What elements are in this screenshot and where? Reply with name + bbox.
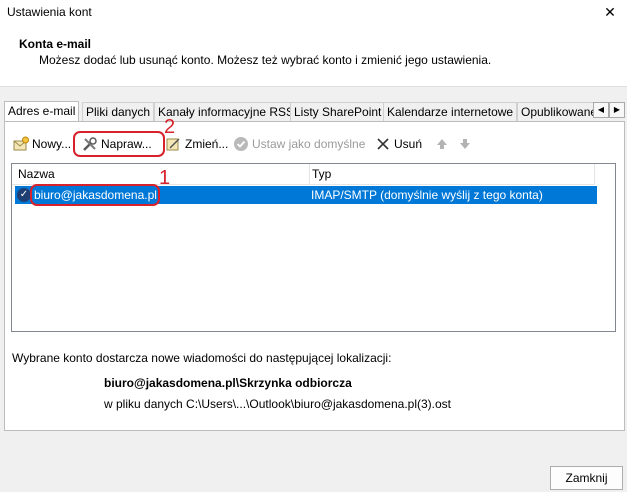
close-dialog-button[interactable]: Zamknij xyxy=(550,466,623,490)
remove-x-icon xyxy=(375,136,391,152)
default-account-check-icon: ✓ xyxy=(17,188,31,202)
new-account-label: Nowy... xyxy=(32,137,72,151)
dialog-header: Konta e-mail Możesz dodać lub usunąć kon… xyxy=(0,26,627,87)
delivery-location: biuro@jakasdomena.pl\Skrzynka odbiorcza xyxy=(104,376,352,390)
remove-button[interactable]: Usuń xyxy=(375,133,422,155)
title-bar: Ustawienia kont ✕ xyxy=(0,0,627,26)
delivery-description: Wybrane konto dostarcza nowe wiadomości … xyxy=(12,351,392,365)
remove-label: Usuń xyxy=(394,137,423,151)
tab-rss-feeds[interactable]: Kanały informacyjne RSS xyxy=(154,102,299,121)
new-account-button[interactable]: Nowy... xyxy=(13,133,71,155)
tab-strip: Adres e-mail Pliki danych Kanały informa… xyxy=(4,101,596,121)
account-highlight xyxy=(30,184,160,206)
new-account-icon xyxy=(13,136,29,152)
data-file-path: w pliku danych C:\Users\...\Outlook\biur… xyxy=(104,397,451,411)
move-down-button[interactable] xyxy=(457,133,476,155)
tab-published-calendars[interactable]: Opublikowane kalendarze xyxy=(517,102,596,121)
window-title: Ustawienia kont xyxy=(7,5,92,19)
tab-scroll-right-icon[interactable]: ▶ xyxy=(609,102,625,118)
arrow-up-icon xyxy=(434,136,450,152)
close-icon[interactable]: ✕ xyxy=(599,2,621,22)
change-button[interactable]: Zmień... xyxy=(166,133,228,155)
tab-internet-calendars[interactable]: Kalendarze internetowe xyxy=(383,102,518,121)
set-default-button[interactable]: Ustaw jako domyślne xyxy=(233,133,365,155)
arrow-down-icon xyxy=(457,136,473,152)
set-default-label: Ustaw jako domyślne xyxy=(252,137,366,151)
tab-email[interactable]: Adres e-mail xyxy=(4,101,80,121)
tab-scroll-left-icon[interactable]: ◀ xyxy=(593,102,609,118)
column-header-type[interactable]: Typ xyxy=(310,164,595,185)
step-number-1: 1 xyxy=(159,167,171,189)
change-label: Zmień... xyxy=(185,137,229,151)
repair-highlight xyxy=(73,131,165,157)
header-title: Konta e-mail xyxy=(19,37,92,51)
change-settings-icon xyxy=(166,136,182,152)
tab-data-files[interactable]: Pliki danych xyxy=(82,102,155,121)
column-header-type-label: Typ xyxy=(312,167,332,181)
tab-sharepoint-lists[interactable]: Listy SharePoint xyxy=(290,102,386,121)
account-type: IMAP/SMTP (domyślnie wyślij z tego konta… xyxy=(311,188,543,202)
header-description: Możesz dodać lub usunąć konto. Możesz te… xyxy=(39,53,492,67)
check-circle-icon xyxy=(233,136,249,152)
move-up-button[interactable] xyxy=(434,133,453,155)
